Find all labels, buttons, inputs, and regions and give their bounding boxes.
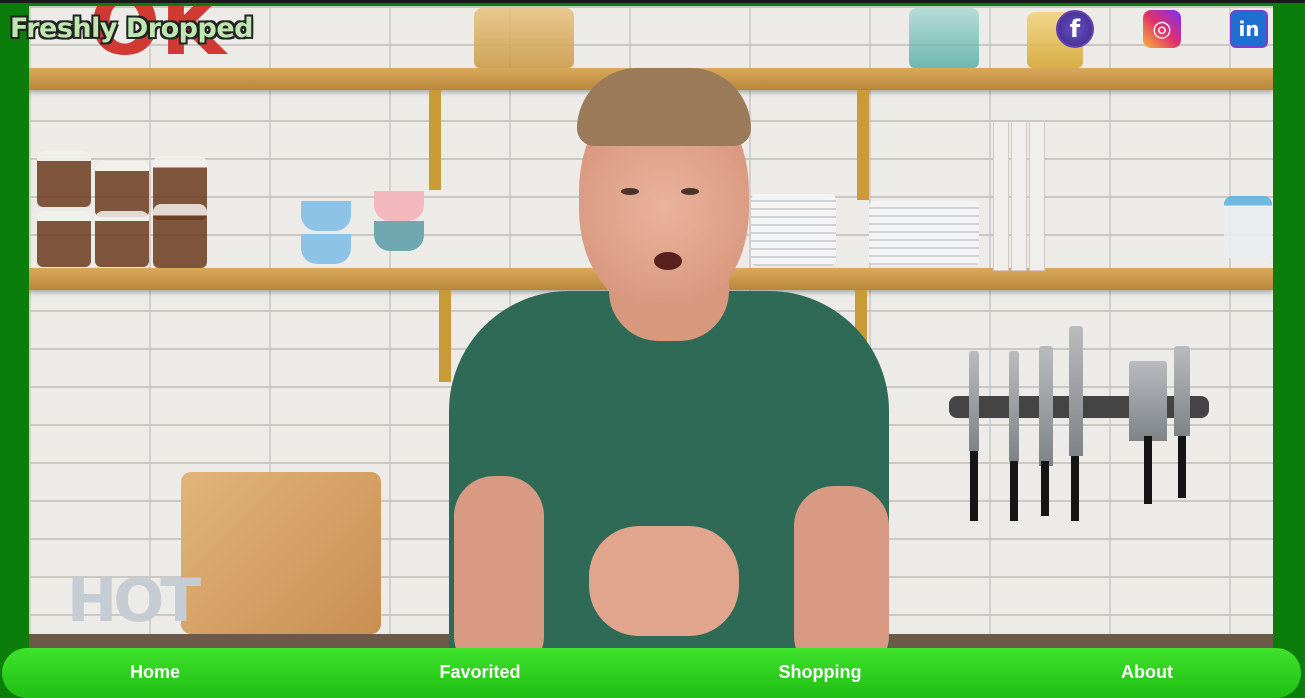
spice-jar <box>37 151 91 207</box>
blue-cup <box>301 234 351 264</box>
presenter-hands <box>589 526 739 636</box>
spice-jar <box>37 211 91 267</box>
facebook-glyph: f <box>1069 15 1081 43</box>
plate-stack <box>869 201 979 266</box>
knife <box>1069 326 1083 456</box>
knife <box>1009 351 1019 461</box>
glass-jar <box>1224 196 1272 258</box>
instagram-glyph: ◎ <box>1152 16 1172 42</box>
nav-favorited[interactable]: Favorited <box>439 662 520 683</box>
spice-jar <box>153 204 207 268</box>
nav-home[interactable]: Home <box>130 662 180 683</box>
shelf-bracket <box>857 90 869 200</box>
knife-handle <box>1144 436 1152 504</box>
knife-handle <box>1010 461 1018 521</box>
hero-video[interactable]: OK HOT <box>29 6 1273 648</box>
nav-about[interactable]: About <box>1121 662 1173 683</box>
knife <box>1039 346 1053 466</box>
knife-handle <box>970 451 978 521</box>
knife-handle <box>1071 456 1079 521</box>
cookbook <box>1011 121 1027 271</box>
pink-cup <box>374 191 424 221</box>
linkedin-glyph: in <box>1238 17 1260 41</box>
presenter-arm <box>794 486 889 648</box>
teal-cup <box>374 221 424 251</box>
linkedin-icon[interactable]: in <box>1230 10 1268 48</box>
bottom-nav: Home Favorited Shopping About <box>2 648 1301 698</box>
hot-sign: HOT <box>67 566 201 636</box>
glass-jar <box>909 8 979 68</box>
nav-shopping[interactable]: Shopping <box>779 662 862 683</box>
blue-cup <box>301 201 351 231</box>
knife <box>1174 346 1190 436</box>
presenter-mouth <box>654 252 682 270</box>
shelf-bracket <box>429 90 441 190</box>
presenter-eye <box>621 188 639 195</box>
shelf-bracket <box>439 290 451 382</box>
presenter-hair <box>577 68 751 146</box>
wooden-canister <box>474 8 574 68</box>
cleaver <box>1129 361 1167 441</box>
app-window: OK HOT Freshly Dropped f ◎ in Home Favor… <box>0 0 1305 698</box>
spice-jar <box>95 161 149 217</box>
presenter-eye <box>681 188 699 195</box>
knife-handle <box>1178 436 1186 498</box>
cookbook <box>1029 121 1045 271</box>
plate-stack <box>751 194 836 266</box>
brand-logo[interactable]: Freshly Dropped <box>10 13 253 44</box>
cookbook <box>993 121 1009 271</box>
presenter-arm <box>454 476 544 648</box>
instagram-icon[interactable]: ◎ <box>1143 10 1181 48</box>
spice-jar <box>95 211 149 267</box>
knife-handle <box>1041 461 1049 516</box>
cutting-board <box>181 472 381 634</box>
knife <box>969 351 979 451</box>
facebook-icon[interactable]: f <box>1056 10 1094 48</box>
